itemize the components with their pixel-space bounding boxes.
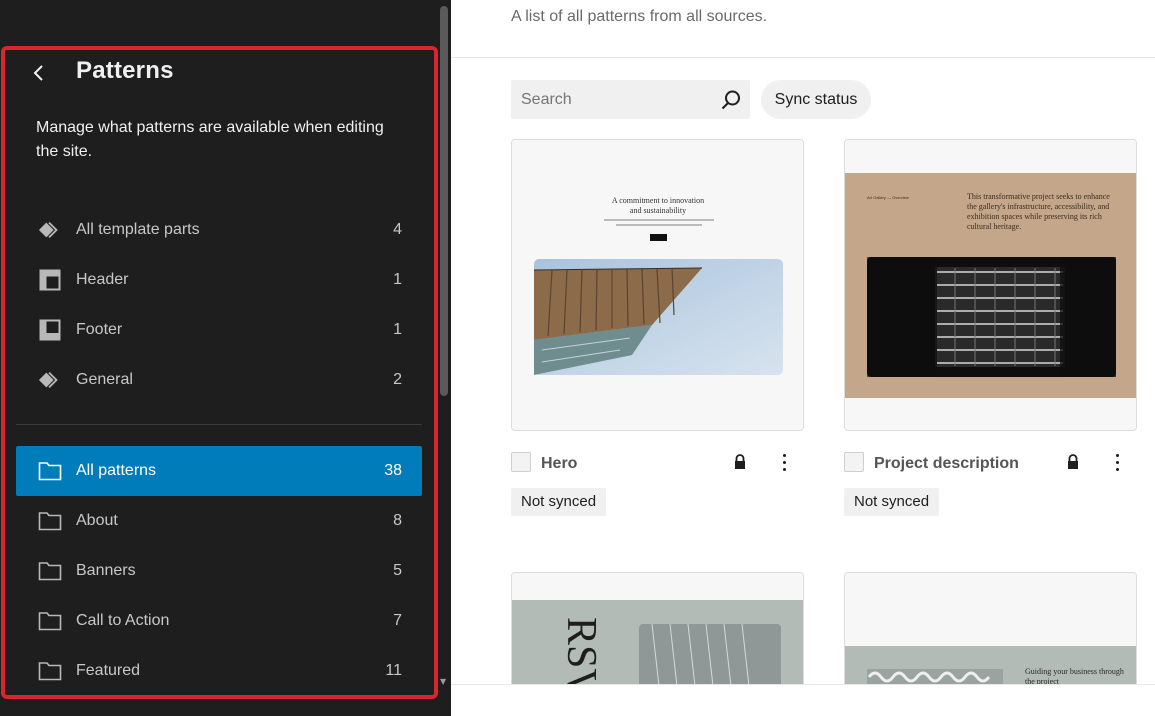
sync-status-badge: Not synced (844, 488, 940, 516)
lock-icon (735, 454, 745, 469)
nav-item-label: General (76, 371, 133, 388)
patterns-main-panel: A list of all patterns from all sources.… (451, 0, 1155, 716)
pattern-preview-project-description: Art Gallery — Overview This transformati… (845, 140, 1136, 430)
nav-item-count: 38 (384, 462, 402, 479)
nav-item-label: All template parts (76, 221, 200, 238)
nav-item-label: About (76, 512, 118, 529)
header-divider (451, 57, 1155, 58)
folder-icon (38, 459, 62, 483)
pattern-card-project-description[interactable]: Art Gallery — Overview This transformati… (844, 139, 1137, 431)
folder-icon (38, 559, 62, 583)
pattern-preview-hero: A commitment to innovation and sustainab… (512, 140, 803, 430)
nav-item-label: All patterns (76, 462, 157, 479)
select-checkbox[interactable] (511, 452, 531, 472)
nav-item-count: 4 (393, 221, 402, 238)
nav-item-count: 11 (385, 662, 402, 679)
scroll-down-arrow-icon[interactable]: ▼ (440, 677, 446, 686)
diamond-icon (38, 218, 62, 242)
sidebar-title: Patterns (76, 57, 174, 84)
nav-item-count: 8 (393, 512, 402, 529)
diamond-icon (38, 368, 62, 392)
sidebar-scrollbar[interactable]: ▼ (438, 0, 451, 716)
patterns-sidebar: Patterns Manage what patterns are availa… (0, 0, 437, 716)
footer-layout-icon (38, 318, 62, 342)
nav-item-label: Banners (76, 562, 136, 579)
nav-item-all-patterns[interactable]: All patterns 38 (16, 446, 422, 496)
preview-heading-line1: A commitment to innovation (612, 196, 704, 205)
header-layout-icon (38, 268, 62, 292)
nav-item-footer[interactable]: Footer 1 (16, 305, 422, 355)
nav-item-call-to-action[interactable]: Call to Action 7 (16, 596, 422, 646)
nav-item-count: 1 (393, 321, 402, 338)
pattern-title: Project description (874, 455, 1019, 472)
select-checkbox[interactable] (844, 452, 864, 472)
search-input[interactable] (511, 80, 711, 119)
nav-item-all-template-parts[interactable]: All template parts 4 (16, 205, 422, 255)
preview-label: Art Gallery — Overview (867, 195, 909, 200)
sidebar-divider (16, 424, 422, 425)
search-icon[interactable] (720, 89, 742, 111)
nav-item-count: 1 (393, 271, 402, 288)
nav-item-about[interactable]: About 8 (16, 496, 422, 546)
preview-heading-line2: and sustainability (630, 206, 686, 215)
nav-item-featured[interactable]: Featured 11 (16, 646, 422, 696)
nav-item-label: Featured (76, 662, 141, 679)
more-options-button[interactable] (774, 450, 794, 474)
folder-icon (38, 509, 62, 533)
search-field (511, 80, 750, 119)
nav-item-general[interactable]: General 2 (16, 355, 422, 405)
nav-item-count: 7 (393, 612, 402, 629)
chevron-left-icon (33, 65, 43, 81)
scrollbar-thumb[interactable] (440, 6, 448, 396)
more-options-button[interactable] (1107, 450, 1127, 474)
folder-icon (38, 609, 62, 633)
nav-item-header[interactable]: Header 1 (16, 255, 422, 305)
sync-status-button[interactable]: Sync status (761, 80, 871, 119)
sync-status-badge: Not synced (511, 488, 607, 516)
sidebar-description: Manage what patterns are available when … (36, 119, 384, 160)
pattern-card-hero[interactable]: A commitment to innovation and sustainab… (511, 139, 804, 431)
lock-icon (1068, 454, 1078, 469)
nav-item-banners[interactable]: Banners 5 (16, 546, 422, 596)
nav-item-count: 5 (393, 562, 402, 579)
nav-item-count: 2 (393, 371, 402, 388)
nav-item-label: Footer (76, 321, 123, 338)
back-button[interactable] (24, 58, 54, 88)
folder-icon (38, 659, 62, 683)
nav-item-label: Header (76, 271, 129, 288)
pattern-title: Hero (541, 455, 578, 472)
page-subtitle: A list of all patterns from all sources. (511, 8, 768, 25)
bottom-bar (451, 684, 1155, 716)
nav-item-label: Call to Action (76, 612, 170, 629)
preview-text: This transformative project seeks to enh… (967, 192, 1110, 231)
